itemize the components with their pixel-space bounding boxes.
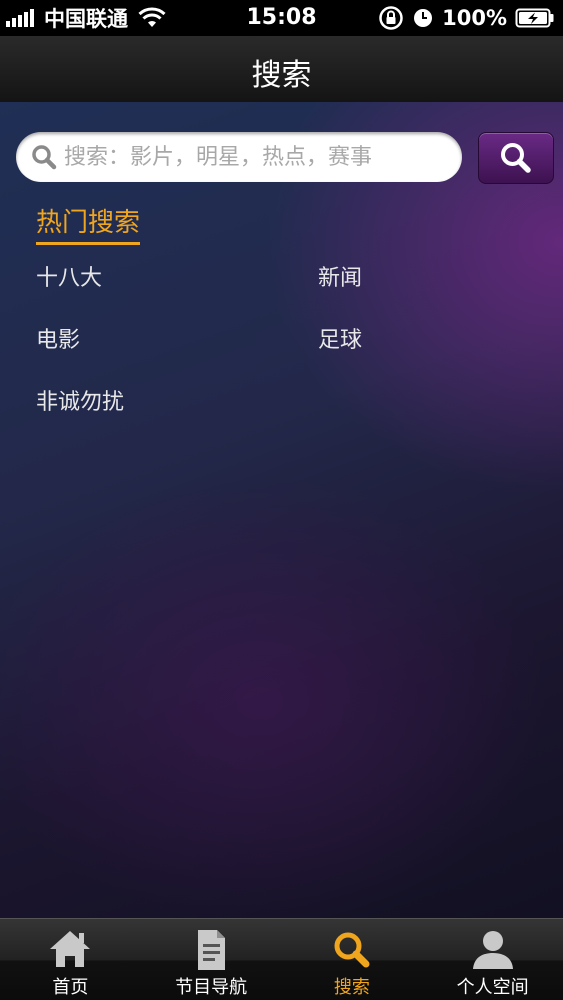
tab-program-guide[interactable]: 节目导航 (141, 919, 282, 1000)
search-input[interactable] (64, 137, 444, 177)
tab-personal-space[interactable]: 个人空间 (422, 919, 563, 1000)
hot-search-item[interactable]: 新闻 (318, 260, 362, 292)
status-right: 100% (378, 5, 555, 31)
app-screen: 中国联通 15:08 100% 搜索 搜索：影片，明星，热点，赛事 热门搜索 十… (0, 0, 563, 1000)
hot-search-item[interactable]: 足球 (318, 322, 362, 354)
search-icon (334, 932, 370, 968)
hot-search-item[interactable]: 非诚勿扰 (36, 384, 124, 416)
tab-label: 首页 (52, 977, 89, 998)
document-icon (198, 930, 226, 970)
tab-label: 搜索 (333, 977, 370, 998)
tab-bar: 首页 节目导航 搜索 个人空间 (0, 918, 563, 1000)
rotation-lock-icon (379, 6, 403, 30)
battery-charging-icon (515, 8, 554, 28)
search-icon (32, 145, 57, 170)
hot-search-item[interactable]: 十八大 (36, 260, 102, 292)
search-icon (501, 143, 531, 173)
page-title: 搜索 (251, 58, 312, 93)
tab-label: 个人空间 (456, 977, 529, 998)
alarm-clock-icon (414, 9, 433, 27)
status-bar: 中国联通 15:08 100% (0, 0, 563, 36)
tab-search[interactable]: 搜索 (282, 919, 423, 1000)
user-icon (472, 931, 513, 969)
navigation-bar: 搜索 (0, 36, 563, 103)
tab-home[interactable]: 首页 (0, 919, 141, 1000)
battery-percent: 100% (442, 6, 507, 30)
home-icon (50, 931, 91, 967)
hot-search-item[interactable]: 电影 (36, 322, 80, 354)
hot-search-heading: 热门搜索 (36, 202, 141, 245)
search-content: 热门搜索 十八大 新闻 电影 足球 非诚勿扰 (0, 102, 563, 918)
search-field[interactable] (16, 132, 462, 182)
search-submit-button[interactable] (478, 132, 554, 184)
tab-label: 节目导航 (175, 977, 248, 998)
